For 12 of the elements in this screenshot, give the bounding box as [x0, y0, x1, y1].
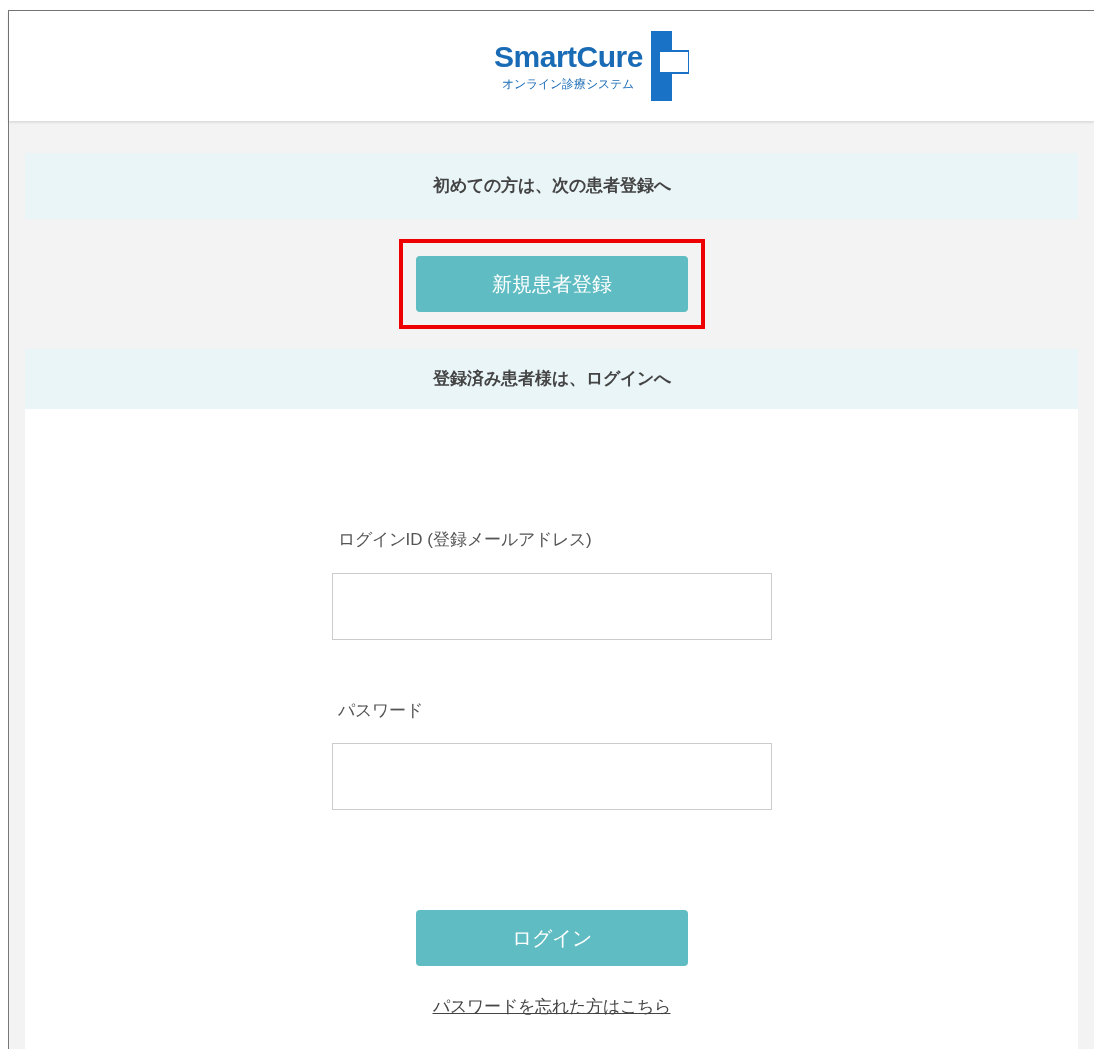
- forgot-password-link[interactable]: パスワードを忘れた方はこちら: [432, 994, 671, 1020]
- logo-subtitle: オンライン診療システム: [502, 78, 635, 90]
- text-field[interactable]: [331, 743, 772, 810]
- text-field[interactable]: [331, 572, 772, 640]
- login-button[interactable]: ログイン: [415, 910, 688, 966]
- logo-cross-icon: [650, 31, 689, 101]
- logo-wordmark: SmartCure: [494, 42, 643, 72]
- field-label: パスワード: [336, 699, 424, 722]
- register-button[interactable]: 新規患者登録: [415, 256, 688, 312]
- section-heading: 初めての方は、次の患者登録へ: [432, 175, 671, 198]
- field-label: ログインID (登録メールアドレス): [336, 529, 593, 551]
- section-heading: 登録済み患者様は、ログインへ: [432, 368, 671, 391]
